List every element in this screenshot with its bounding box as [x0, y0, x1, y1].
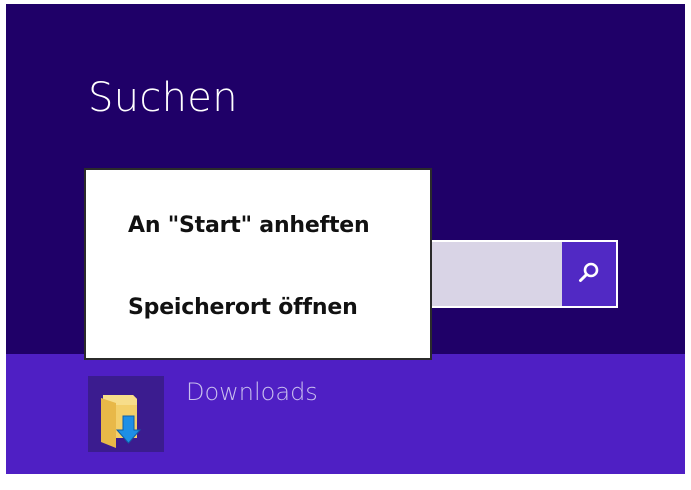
result-item-downloads[interactable]: Downloads — [6, 354, 685, 474]
search-pane: Suchen Downloads An "Start" anheften Spe… — [6, 4, 685, 474]
context-menu: An "Start" anheften Speicherort öffnen — [84, 168, 432, 360]
search-results: Downloads — [6, 354, 685, 474]
search-icon — [577, 260, 601, 288]
result-tile — [88, 376, 164, 452]
result-label: Downloads — [186, 378, 318, 406]
pane-title: Suchen — [88, 75, 238, 121]
folder-download-icon — [88, 395, 164, 456]
menu-item-pin-to-start[interactable]: An "Start" anheften — [86, 196, 430, 256]
menu-item-open-file-location[interactable]: Speicherort öffnen — [86, 278, 430, 338]
search-button[interactable] — [562, 242, 616, 306]
